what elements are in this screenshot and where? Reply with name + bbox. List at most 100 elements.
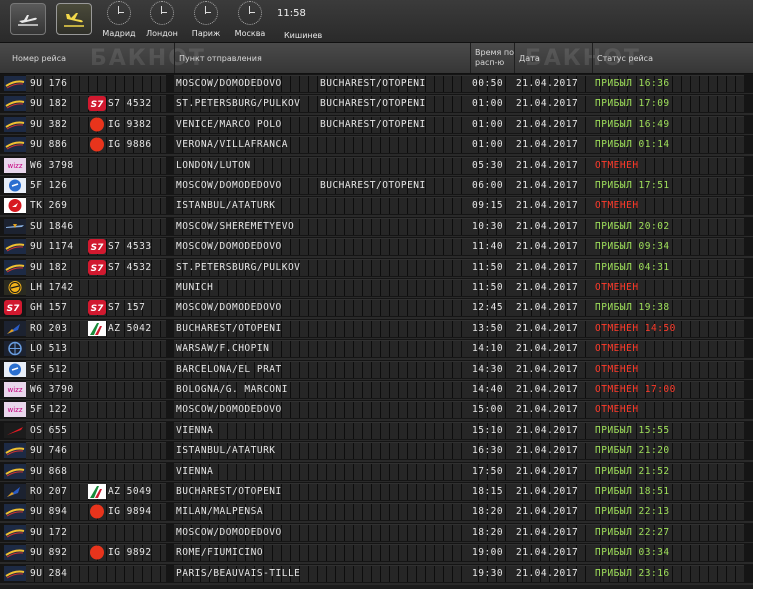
local-time: 11:58 [277, 8, 306, 19]
air-moldova-icon [4, 504, 26, 520]
status-text: ОТМЕНЕН [595, 363, 639, 375]
flight-row[interactable]: 9U 1174 S7 S7 4533 MOSCOW/DOMODEDOVO 11:40 21… [0, 237, 753, 259]
lufthansa-icon [4, 280, 26, 295]
status-text: ПРИБЫЛ 09:34 [595, 241, 670, 253]
flight-row[interactable]: 9U 176 MOSCOW/DOMODEDOVO BUCHAREST/OTOPENI… [0, 74, 753, 95]
scheduled-time: 09:15 [472, 200, 504, 212]
flight-row[interactable]: 9U 382 IG 9382 VENICE/MARCO POLO BUCHAREST/… [0, 114, 753, 136]
flight-row[interactable]: 5F 512 BARCELONA/EL PRAT 14:30 21.04.2017 ОТ… [0, 359, 753, 381]
flight-row[interactable]: TK 269 ISTANBUL/ATATURK 09:15 21.04.2017 ОТМ… [0, 196, 753, 218]
flight-row[interactable]: OS 655 VIENNA 15:10 21.04.2017 ПРИБЫЛ 15:55 [0, 420, 753, 442]
svg-text:wizz: wizz [7, 162, 22, 170]
status-text: ПРИБЫЛ 22:27 [595, 526, 670, 538]
status-text: ОТМЕНЕН [595, 404, 639, 416]
scheduled-time: 15:00 [472, 404, 504, 416]
scheduled-time: 12:45 [472, 302, 504, 314]
tarom-icon [4, 484, 26, 499]
flight-number: LH 1742 [30, 282, 74, 293]
arrivals-button[interactable] [56, 3, 92, 35]
flight-row[interactable]: 9U 182 S7 S7 4532 ST.PETERSBURG/PULKOV BUCHA… [0, 94, 753, 116]
clock-icon [194, 1, 218, 25]
air-moldova-icon [4, 259, 26, 275]
flight-date: 21.04.2017 [516, 200, 579, 212]
plane-landing-icon [64, 13, 84, 27]
flight-number: RO 203 [30, 322, 68, 334]
flap-cell [174, 421, 470, 439]
origin: VIENNA [176, 465, 214, 477]
air-moldova-icon [4, 443, 26, 459]
svg-text:wizz: wizz [7, 386, 22, 394]
flight-row[interactable]: 9U 868 VIENNA 17:50 21.04.2017 ПРИБЫЛ 21:52 [0, 461, 753, 483]
flight-row[interactable]: RO 203 AZ 5042 BUCHAREST/OTOPENI 13:50 21.04… [0, 318, 753, 340]
svg-text:wizz: wizz [7, 406, 22, 414]
svg-text:S7: S7 [91, 100, 104, 110]
svg-text:S7: S7 [91, 304, 104, 314]
alitalia-red-icon [88, 545, 106, 560]
flight-row[interactable]: 9U 894 IG 9894 MILAN/MALPENSA 18:20 21.04.20… [0, 502, 753, 524]
codeshare-number: S7 4532 [108, 261, 152, 273]
flight-row[interactable]: LO 513 WARSAW/F.CHOPIN 14:10 21.04.2017 ОТМЕ… [0, 339, 753, 361]
flight-number: 9U 182 [30, 98, 68, 110]
status-text: ПРИБЫЛ 23:16 [595, 567, 670, 579]
status-text: ОТМЕНЕН 14:50 [595, 322, 676, 334]
flight-date: 21.04.2017 [516, 241, 579, 253]
flight-date: 21.04.2017 [516, 384, 579, 395]
departures-button[interactable] [10, 3, 46, 35]
flight-number: 9U 894 [30, 506, 68, 518]
scheduled-time: 11:50 [472, 282, 504, 293]
flight-row[interactable]: LH 1742 MUNICH 11:50 21.04.2017 ОТМЕНЕН [0, 278, 753, 299]
flight-date: 21.04.2017 [516, 363, 579, 375]
flight-row[interactable]: 9U 182 S7 S7 4532 ST.PETERSBURG/PULKOV 11:50… [0, 257, 753, 279]
flight-date: 21.04.2017 [516, 261, 579, 273]
clock-icon [107, 1, 131, 25]
air-moldova-icon [4, 96, 26, 112]
header-from[interactable]: Пункт отправления [174, 43, 470, 73]
status-text: ОТМЕНЕН [595, 200, 639, 212]
flight-row[interactable]: 9U 284 PARIS/BEAUVAIS-TILLE 19:30 21.04.201… [0, 563, 753, 585]
flight-number: GH 157 [30, 302, 68, 314]
scheduled-time: 15:10 [472, 424, 504, 436]
status-text: ПРИБЫЛ 19:38 [595, 302, 670, 314]
scheduled-time: 14:40 [472, 384, 504, 395]
origin: ST.PETERSBURG/PULKOV [176, 261, 301, 273]
wizz-air-icon: wizz [4, 382, 26, 397]
flight-number: SU 1846 [30, 220, 74, 232]
origin: MOSCOW/DOMODEDOVO [176, 241, 282, 253]
header-date[interactable]: Дата [514, 43, 592, 73]
status-text: ПРИБЫЛ 20:02 [595, 220, 670, 232]
flight-number: 9U 172 [30, 526, 68, 538]
codeshare-number: S7 4533 [108, 241, 152, 253]
codeshare-number: AZ 5042 [108, 322, 152, 334]
flight-row[interactable]: 9U 746 ISTANBUL/ATATURK 16:30 21.04.2017 ПРИ… [0, 441, 753, 463]
clock-icon [150, 1, 174, 25]
flight-date: 21.04.2017 [516, 404, 579, 416]
flight-number: OS 655 [30, 424, 68, 436]
scheduled-time: 14:30 [472, 363, 504, 375]
flight-row[interactable]: wizz W6 3790 BOLOGNA/G. MARCONI 14:40 21.04.… [0, 380, 753, 401]
flight-row[interactable]: 9U 172 MOSCOW/DOMODEDOVO 18:20 21.04.2017 ПР… [0, 522, 753, 544]
flight-row[interactable]: RO 207 AZ 5049 BUCHAREST/OTOPENI 18:15 21.04… [0, 482, 753, 503]
flight-row[interactable]: 5F 126 MOSCOW/DOMODEDOVO BUCHAREST/OTOPENI… [0, 176, 753, 197]
flight-row[interactable]: S7 GH 157 S7 S7 157 MOSCOW/DOMODEDOVO 12:45 21… [0, 298, 753, 320]
header-schedule[interactable]: Время по расп-ю [470, 43, 514, 73]
flight-date: 21.04.2017 [516, 159, 579, 171]
air-moldova-icon [4, 137, 26, 153]
origin: MOSCOW/DOMODEDOVO [176, 78, 282, 89]
flight-row[interactable]: wizz W6 3798 LONDON/LUTON 05:30 21.04.2017 ОТ… [0, 155, 753, 177]
scheduled-time: 01:00 [472, 139, 504, 151]
lot-icon [4, 341, 26, 357]
header-status[interactable]: Статус рейса [592, 43, 753, 73]
clock-city-label: Париж [191, 29, 221, 38]
flight-row[interactable]: SU 1846 MOSCOW/SHEREMETYEVO 10:30 21.04.201… [0, 216, 753, 238]
alitalia-red-icon [88, 504, 106, 519]
status-text: ПРИБЫЛ 16:36 [595, 78, 670, 89]
origin: BUCHAREST/OTOPENI [176, 486, 282, 497]
origin: ISTANBUL/ATATURK [176, 200, 276, 212]
origin: ROME/FIUMICINO [176, 547, 264, 559]
flight-row[interactable]: wizz 5F 122 MOSCOW/DOMODEDOVO 15:00 21.04.20… [0, 400, 753, 422]
flight-row[interactable]: 9U 892 IG 9892 ROME/FIUMICINO 19:00 21.04.20… [0, 543, 753, 565]
origin: MILAN/MALPENSA [176, 506, 264, 518]
flight-row[interactable]: 9U 886 IG 9886 VERONA/VILLAFRANCA 01:00 21.0… [0, 135, 753, 157]
header-flight[interactable]: Номер рейса [8, 43, 174, 73]
flight-number: LO 513 [30, 343, 68, 355]
